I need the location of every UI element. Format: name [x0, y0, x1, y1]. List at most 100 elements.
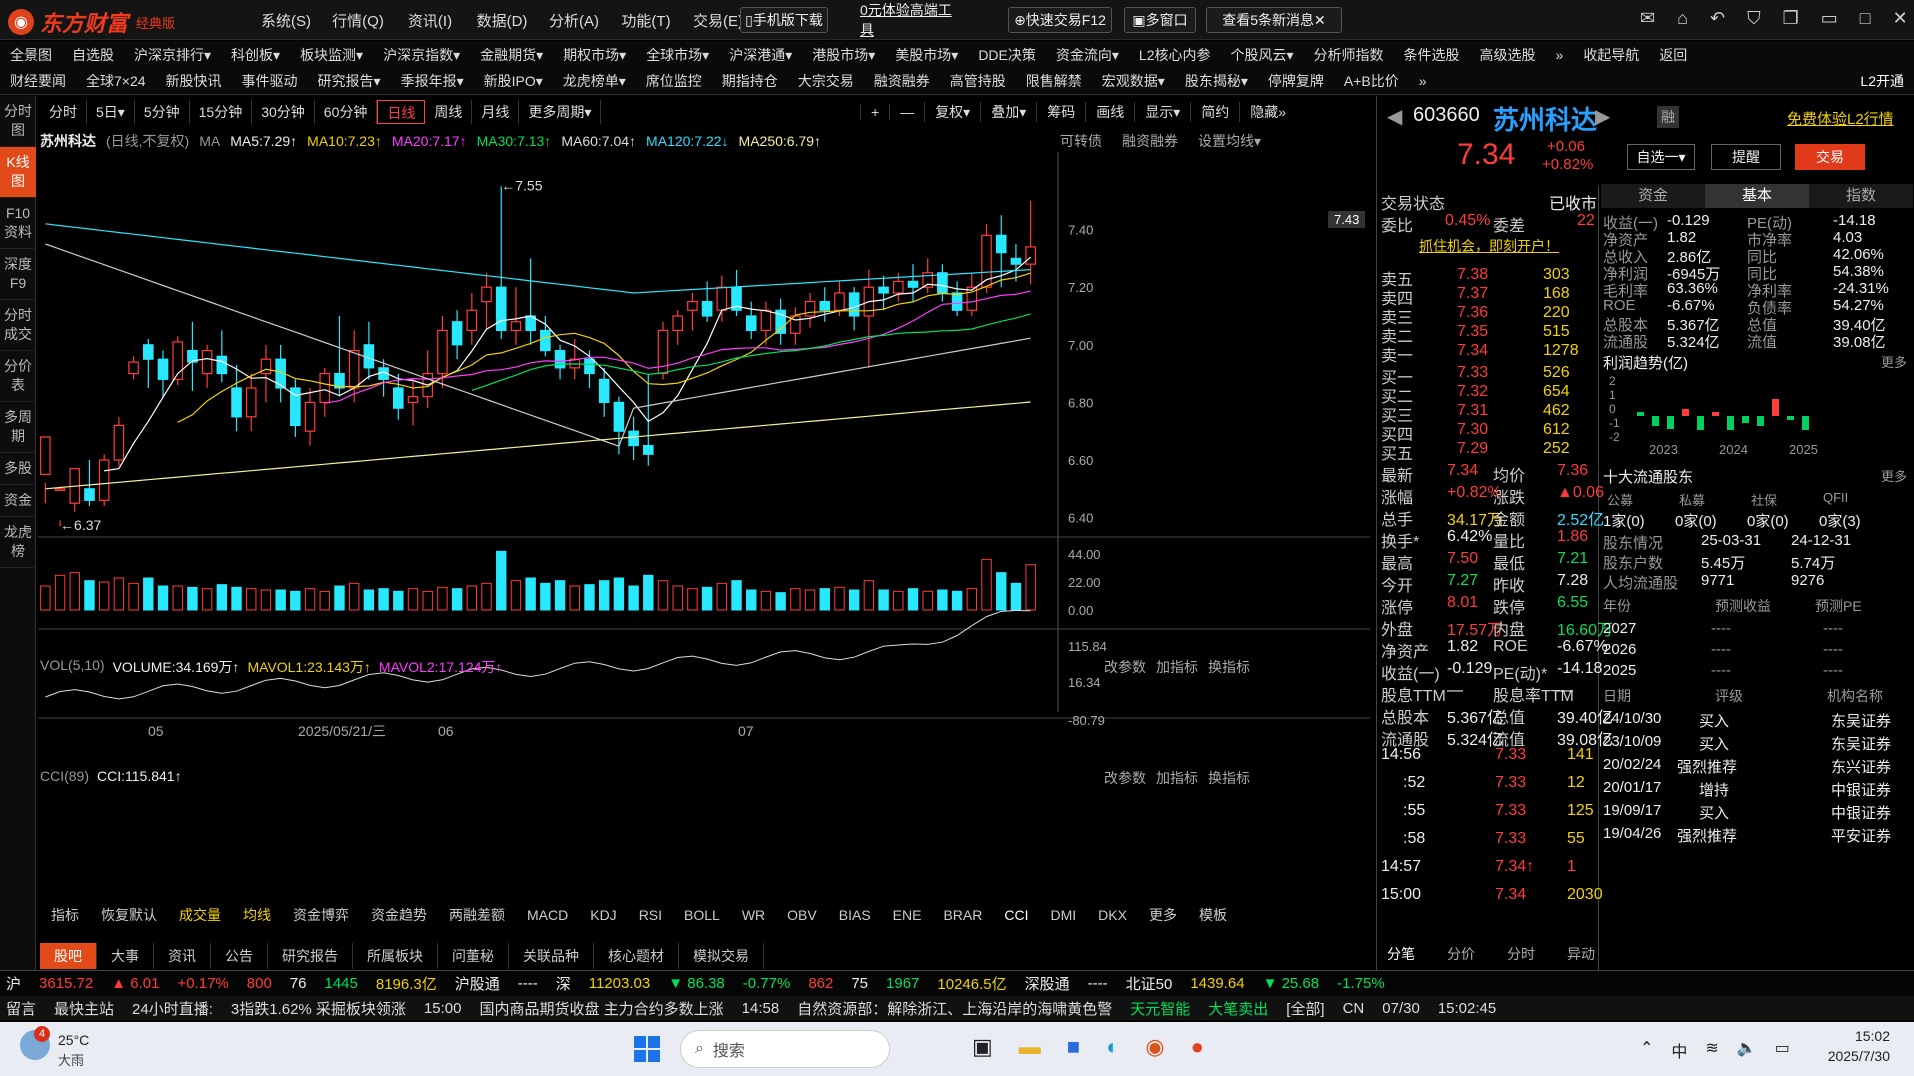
back-icon[interactable]: ↶	[1710, 8, 1725, 29]
set-ma-link[interactable]: 设置均线▾	[1198, 131, 1261, 151]
next-stock-icon[interactable]: ▶	[1595, 104, 1610, 129]
news-item-7[interactable]: 自然资源部：解除浙江、上海沿岸的海啸黄色警	[797, 998, 1112, 1019]
nav2-item-12[interactable]: 高管持股	[940, 71, 1016, 91]
fin-tab-2[interactable]: 指数	[1809, 184, 1913, 208]
nav2-item-2[interactable]: 新股快讯	[156, 71, 232, 91]
edit-param-link[interactable]: 改参数	[1104, 657, 1146, 677]
indicator-tab-0[interactable]: 指标	[40, 903, 90, 927]
nav2-item-9[interactable]: 期指持仓	[712, 71, 788, 91]
news-item-12[interactable]: 07/30	[1382, 1000, 1420, 1017]
rail-tab-1[interactable]: K线图	[0, 147, 36, 198]
news-item-10[interactable]: [全部]	[1286, 998, 1324, 1019]
news-item-5[interactable]: 国内商品期货收盘 主力合约多数上涨	[479, 998, 723, 1019]
chrome-icon[interactable]: ◉	[1145, 1034, 1164, 1060]
bottom-tab-0[interactable]: 股吧	[40, 943, 97, 969]
multi-window-button[interactable]: ▣ 多窗口	[1124, 7, 1196, 33]
nav1-item-11[interactable]: 美股市场▾	[885, 45, 968, 65]
alert-button[interactable]: 提醒	[1711, 144, 1781, 170]
nav1-item-17[interactable]: 条件选股	[1394, 45, 1470, 65]
task-view-icon[interactable]: ▣	[972, 1034, 993, 1060]
nav1-item-1[interactable]: 自选股	[62, 45, 124, 65]
tick-tab-2[interactable]: 分时	[1507, 944, 1535, 964]
trade-button[interactable]: 交易	[1795, 144, 1865, 170]
period-tool-8[interactable]: 隐藏»	[1239, 102, 1296, 122]
nav2-item-16[interactable]: 停牌复牌	[1258, 71, 1334, 91]
period-2[interactable]: 5分钟	[135, 100, 190, 124]
bottom-tab-3[interactable]: 公告	[211, 943, 268, 969]
nav1-item-5[interactable]: 沪深京指数▾	[373, 45, 470, 65]
indicator-tab-2[interactable]: 成交量	[168, 903, 232, 927]
nav2-item-6[interactable]: 新股IPO▾	[474, 71, 553, 91]
home-icon[interactable]: ⌂	[1677, 8, 1688, 29]
period-3[interactable]: 15分钟	[190, 100, 253, 124]
period-tool-7[interactable]: 简约	[1190, 102, 1239, 122]
bottom-tab-6[interactable]: 问董秘	[438, 943, 509, 969]
news-item-13[interactable]: 15:02:45	[1438, 1000, 1496, 1017]
nav2-item-4[interactable]: 研究报告▾	[308, 71, 391, 91]
tick-tab-1[interactable]: 分价	[1447, 944, 1475, 964]
bottom-tab-1[interactable]: 大事	[97, 943, 154, 969]
indicator-tab-17[interactable]: DMI	[1039, 903, 1087, 927]
nav2-item-14[interactable]: 宏观数据▾	[1092, 71, 1175, 91]
nav1-item-4[interactable]: 板块监测▾	[290, 45, 373, 65]
nav1-item-2[interactable]: 沪深京排行▾	[124, 45, 221, 65]
news-item-4[interactable]: 15:00	[424, 1000, 462, 1017]
rail-tab-4[interactable]: 分时成交	[0, 300, 36, 351]
indicator-tab-7[interactable]: MACD	[516, 903, 579, 927]
period-tool-0[interactable]: +	[860, 104, 889, 120]
nav1-item-10[interactable]: 港股市场▾	[802, 45, 885, 65]
period-8[interactable]: 月线	[472, 100, 520, 124]
rail-tab-2[interactable]: F10资料	[0, 198, 36, 249]
indicator-tab-11[interactable]: WR	[731, 903, 776, 927]
indicator-tab-14[interactable]: ENE	[882, 903, 933, 927]
nav2-item-15[interactable]: 股东揭秘▾	[1175, 71, 1258, 91]
kline-chart[interactable]: 7.40 7.20 7.00 6.80 6.60 6.40 44.00 22.00 0.00 11…	[38, 152, 1370, 902]
bottom-tab-4[interactable]: 研究报告	[268, 943, 353, 969]
nav2-item-5[interactable]: 季报年报▾	[391, 71, 474, 91]
shirt-icon[interactable]: ⛉	[1747, 8, 1761, 29]
nav1-item-0[interactable]: 全景图	[0, 45, 62, 65]
indicator-tab-18[interactable]: DKX	[1087, 903, 1138, 927]
news-item-3[interactable]: 3指跌1.62% 采掘板块领涨	[231, 998, 406, 1019]
volume-icon[interactable]: 🔈	[1737, 1038, 1757, 1062]
fin-tab-1[interactable]: 基本	[1705, 184, 1809, 208]
nav1-item-8[interactable]: 全球市场▾	[636, 45, 719, 65]
swap-indicator-link[interactable]: 换指标	[1208, 657, 1250, 677]
period-7[interactable]: 周线	[425, 100, 473, 124]
promo-link[interactable]: 0元体验高端工具	[860, 2, 960, 38]
menu-item-1[interactable]: 行情(Q)	[322, 10, 394, 31]
cci-edit-param-link[interactable]: 改参数	[1104, 768, 1146, 788]
prev-stock-icon[interactable]: ◀	[1387, 104, 1402, 129]
maximize-icon[interactable]: □	[1860, 8, 1871, 29]
indicator-tab-19[interactable]: 更多	[1138, 903, 1188, 927]
taskbar-search[interactable]: ⌕ 搜索	[680, 1030, 890, 1068]
nav2-item-11[interactable]: 融资融券	[864, 71, 940, 91]
edge-icon[interactable]: ◐	[1106, 1034, 1119, 1060]
period-4[interactable]: 30分钟	[252, 100, 315, 124]
indicator-tab-3[interactable]: 均线	[232, 903, 282, 927]
indicator-tab-16[interactable]: CCI	[993, 903, 1039, 927]
period-1[interactable]: 5日▾	[87, 100, 135, 124]
indicator-tab-12[interactable]: OBV	[776, 903, 828, 927]
news-item-8[interactable]: 天元智能	[1130, 998, 1190, 1019]
watchlist-button[interactable]: 自选一▾	[1627, 144, 1695, 170]
rail-tab-3[interactable]: 深度F9	[0, 249, 36, 300]
sh-index-8[interactable]: 沪股通	[455, 973, 500, 994]
news-message-button[interactable]: 查看5条新消息 ✕	[1206, 7, 1342, 33]
period-tool-3[interactable]: 叠加▾	[980, 102, 1036, 122]
news-item-11[interactable]: CN	[1343, 1000, 1365, 1017]
nav1-item-18[interactable]: 高级选股	[1470, 45, 1546, 65]
bottom-tab-9[interactable]: 模拟交易	[679, 943, 764, 969]
eastmoney-icon[interactable]: ●	[1191, 1034, 1204, 1060]
bottom-tab-8[interactable]: 核心题材	[594, 943, 679, 969]
indicator-tab-9[interactable]: RSI	[628, 903, 673, 927]
rail-tab-9[interactable]: 龙虎榜	[0, 517, 36, 568]
sz-index-8[interactable]: 深股通	[1025, 973, 1070, 994]
store-icon[interactable]: ■	[1067, 1034, 1080, 1060]
news-item-0[interactable]: 留言	[6, 998, 36, 1019]
open-account-link[interactable]: 抓住机会，即刻开户！	[1419, 236, 1559, 256]
nav2-item-17[interactable]: A+B比价	[1334, 71, 1409, 91]
period-tool-6[interactable]: 显示▾	[1134, 102, 1190, 122]
restore-icon[interactable]: ❐	[1783, 8, 1799, 29]
convertible-link[interactable]: 可转债	[1060, 131, 1102, 151]
